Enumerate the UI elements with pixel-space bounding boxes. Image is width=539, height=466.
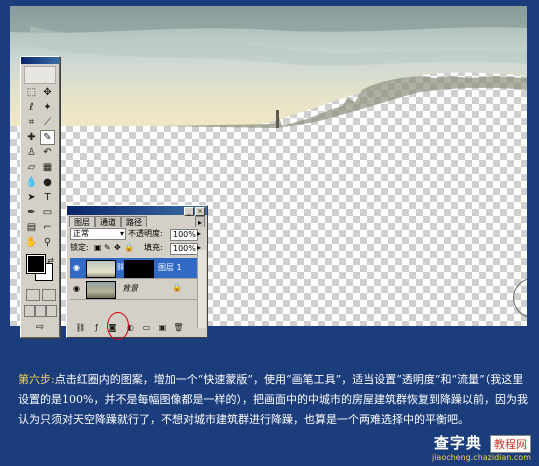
opacity-label: 不透明度: [128, 229, 163, 238]
layer-name: 背景 [122, 284, 138, 293]
magic-wand-tool-icon[interactable]: ✦ [40, 100, 55, 115]
layer-set-icon[interactable]: ▭ [141, 322, 152, 333]
delete-layer-icon[interactable]: 🗑 [173, 322, 184, 333]
lock-label: 锁定: [70, 243, 89, 252]
fill-field[interactable]: 100% [170, 243, 198, 255]
blend-opacity-row: 正常 ▾ 不透明度: 100% ▸ [70, 228, 204, 241]
photoshop-feather-logo[interactable] [24, 66, 56, 84]
hand-tool-icon[interactable]: ✋ [24, 235, 39, 250]
link-layers-icon[interactable]: ⛓ [75, 322, 86, 333]
step-label: 第六步: [18, 373, 55, 386]
layer-row-background[interactable]: ◉ 背景 🔒 [70, 279, 202, 300]
fill-label: 填充: [144, 243, 163, 252]
layers-panel-tabs: 图层 通道 路径 ▸ [69, 216, 205, 227]
toolbox-panel: ⬚ ✥ ℓ ✦ ⌗ ⟋ ✚ ✎ ♙ ↶ ▱ ▦ 💧 ● ➤ T ✒ ▭ ▤ ⌐ … [20, 56, 60, 338]
layer-mask-thumbnail[interactable] [124, 260, 154, 278]
shape-tool-icon[interactable]: ▭ [40, 205, 55, 220]
healing-brush-tool-icon[interactable]: ✚ [24, 130, 39, 145]
layer-row-layer1[interactable]: ◉ ⛓ 图层 1 [70, 258, 202, 279]
screen-mode-full-menu-button[interactable] [35, 305, 46, 317]
notes-tool-icon[interactable]: ▤ [24, 220, 39, 235]
blur-tool-icon[interactable]: 💧 [24, 175, 39, 190]
lock-image-icon[interactable]: ✎ [104, 242, 111, 254]
close-button[interactable]: × [195, 207, 205, 216]
history-brush-tool-icon[interactable]: ↶ [40, 145, 55, 160]
slice-tool-icon[interactable]: ⟋ [40, 115, 55, 130]
eraser-tool-icon[interactable]: ▱ [24, 160, 39, 175]
quick-mask-mode-button[interactable] [42, 289, 56, 301]
watermark-url: jiaocheng.chazidian.com [431, 453, 531, 462]
panel-menu-arrow-icon[interactable]: ▸ [194, 216, 205, 227]
gradient-tool-icon[interactable]: ▦ [40, 160, 55, 175]
step-text: 点击红圈内的图案，增加一个“快速蒙版”，使用“画笔工具”，适当设置“透明度”和“… [18, 373, 528, 426]
tab-channels[interactable]: 通道 [95, 216, 121, 227]
screen-mode-full-button[interactable] [46, 305, 57, 317]
dodge-tool-icon[interactable]: ● [40, 175, 55, 190]
lock-icon: 🔒 [172, 283, 182, 292]
minimize-button[interactable]: _ [184, 207, 194, 216]
swap-colors-icon[interactable]: ⇄ [43, 253, 58, 268]
jump-to-imageready-icon[interactable]: ⇨ [30, 320, 50, 335]
clone-stamp-tool-icon[interactable]: ♙ [24, 145, 39, 160]
eyedropper-tool-icon[interactable]: ⌐ [40, 220, 55, 235]
layer-thumbnail [86, 260, 116, 278]
page-frame: ⬚ ✥ ℓ ✦ ⌗ ⟋ ✚ ✎ ♙ ↶ ▱ ▦ 💧 ● ➤ T ✒ ▭ ▤ ⌐ … [0, 0, 539, 466]
chevron-down-icon: ▾ [119, 229, 124, 238]
opacity-field[interactable]: 100% [170, 229, 198, 241]
blend-mode-select[interactable]: 正常 ▾ [70, 228, 126, 240]
zoom-tool-icon[interactable]: ⚲ [40, 235, 55, 250]
lock-position-icon[interactable]: ✥ [114, 242, 121, 254]
watermark-main: 查字典 [433, 434, 482, 452]
marquee-tool-icon[interactable]: ⬚ [24, 85, 39, 100]
lock-transparency-icon[interactable]: ▣ [94, 242, 102, 254]
tab-paths[interactable]: 路径 [121, 216, 147, 227]
layers-panel-titlebar[interactable]: _ × [67, 206, 207, 216]
layers-panel: _ × 图层 通道 路径 ▸ 正常 ▾ 不透明度: 100% ▸ 锁定: ▣ ✎ … [66, 205, 208, 338]
pen-tool-icon[interactable]: ✒ [24, 205, 39, 220]
eye-icon[interactable]: ◉ [72, 284, 81, 293]
lock-all-icon[interactable]: 🔒 [124, 242, 134, 254]
layer-name: 图层 1 [158, 263, 182, 272]
eye-icon[interactable]: ◉ [72, 263, 81, 272]
crop-tool-icon[interactable]: ⌗ [24, 115, 39, 130]
site-watermark: 查字典 教程网 jiaocheng.chazidian.com [432, 432, 531, 462]
layer-style-icon[interactable]: ƒ [91, 322, 102, 333]
layers-scrollbar[interactable] [197, 250, 206, 328]
toolbox-titlebar[interactable] [21, 57, 59, 64]
lasso-tool-icon[interactable]: ℓ [24, 100, 39, 115]
tutorial-caption: 第六步:点击红圈内的图案，增加一个“快速蒙版”，使用“画笔工具”，适当设置“透明… [18, 370, 528, 430]
screen-mode-standard-button[interactable] [24, 305, 35, 317]
highlight-circle [107, 312, 129, 340]
lock-fill-row: 锁定: ▣ ✎ ✥ 🔒 填充: 100% ▸ [70, 242, 204, 255]
blend-mode-value: 正常 [73, 229, 89, 238]
path-selection-tool-icon[interactable]: ➤ [24, 190, 39, 205]
opacity-slider-arrow-icon[interactable]: ▸ [197, 228, 201, 240]
move-tool-icon[interactable]: ✥ [40, 85, 55, 100]
brush-tool-icon[interactable]: ✎ [40, 130, 55, 145]
type-tool-icon[interactable]: T [40, 190, 55, 205]
new-layer-icon[interactable]: ▣ [157, 322, 168, 333]
watermark-box: 教程网 [490, 434, 531, 453]
layer-thumbnail [86, 281, 116, 299]
standard-mode-button[interactable] [26, 289, 40, 301]
tab-layers[interactable]: 图层 [69, 216, 95, 227]
